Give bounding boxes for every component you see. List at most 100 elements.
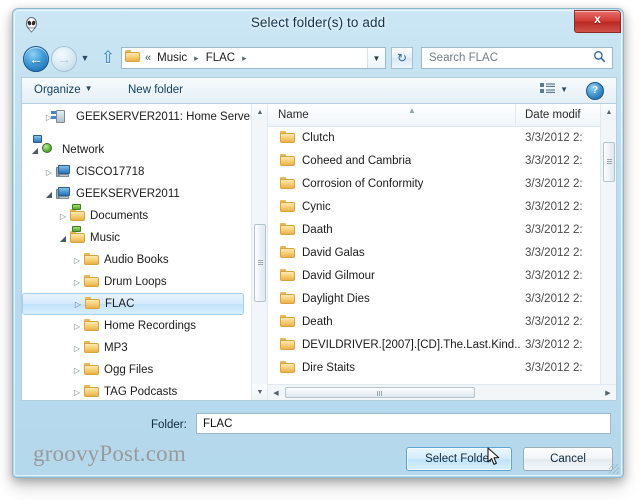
list-scroll-right-icon[interactable]: ▶: [600, 385, 616, 400]
breadcrumb-separator-end-icon[interactable]: ▸: [237, 53, 252, 64]
breadcrumb-overflow-icon[interactable]: «: [144, 52, 155, 64]
table-row[interactable]: Daath 3/3/2012 2:: [268, 218, 600, 241]
tree-collapsed-icon[interactable]: ▷: [70, 256, 84, 265]
browser-panes: ▷ GEEKSERVER2011: Home Server: ◢ Network ▷ CI…: [21, 103, 617, 401]
list-horizontal-scrollbar[interactable]: ◀ ▶: [268, 384, 616, 400]
tree-item-drum-loops[interactable]: ▷ Drum Loops: [22, 271, 250, 293]
table-row[interactable]: Corrosion of Conformity 3/3/2012 2:: [268, 172, 600, 195]
tree-expanded-icon[interactable]: ◢: [56, 234, 70, 243]
tree-collapsed-icon[interactable]: ▷: [70, 278, 84, 287]
help-button[interactable]: ?: [586, 82, 604, 100]
file-date-cell: 3/3/2012 2:: [525, 361, 583, 374]
select-folder-button[interactable]: Select Folder: [406, 447, 512, 471]
table-row[interactable]: Coheed and Cambria 3/3/2012 2:: [268, 149, 600, 172]
tree-item-audio-books[interactable]: ▷ Audio Books: [22, 249, 250, 271]
tree-item-tag-podcasts[interactable]: ▷ TAG Podcasts: [22, 381, 250, 400]
tree-expanded-icon[interactable]: ◢: [42, 190, 56, 199]
forward-arrow-icon: →: [57, 51, 71, 67]
tree-item-geekserver2011-home-server[interactable]: ▷ GEEKSERVER2011: Home Server:: [22, 106, 257, 128]
table-row[interactable]: Clutch 3/3/2012 2:: [268, 126, 600, 149]
resize-grip[interactable]: [609, 464, 619, 474]
breadcrumb-separator-icon[interactable]: ▸: [189, 53, 204, 64]
folder-icon: [84, 385, 100, 399]
tree-scroll-up-icon[interactable]: ▲: [252, 104, 267, 120]
tree-item-label: Music: [90, 232, 121, 244]
tree-collapsed-icon[interactable]: ▷: [71, 300, 85, 309]
column-header-name-label: Name: [278, 108, 309, 121]
file-name-cell: Death: [280, 314, 333, 329]
navigation-tree: ▷ GEEKSERVER2011: Home Server: ◢ Network ▷ CI…: [22, 104, 257, 400]
tree-collapsed-icon[interactable]: ▷: [70, 322, 84, 331]
recent-locations-dropdown[interactable]: ▼: [79, 54, 91, 63]
file-name-label: David Gilmour: [302, 269, 375, 282]
table-row[interactable]: DEVILDRIVER.[2007].[CD].The.Last.Kind...…: [268, 333, 600, 356]
tree-item-music[interactable]: ◢ Music: [22, 226, 250, 249]
tree-item-network[interactable]: ◢ Network: [22, 135, 250, 161]
address-dropdown-icon[interactable]: ▼: [367, 48, 385, 68]
tree-item-label: MP3: [104, 342, 128, 354]
breadcrumb-item-music[interactable]: Music: [155, 51, 189, 65]
address-bar[interactable]: « Music ▸ FLAC ▸ ▼: [121, 47, 386, 69]
organize-label: Organize: [34, 84, 81, 96]
refresh-button[interactable]: ↻: [391, 47, 413, 69]
column-header-date-modified[interactable]: Date modif: [517, 104, 581, 125]
list-scroll-thumb[interactable]: [603, 142, 615, 182]
table-row[interactable]: David Galas 3/3/2012 2:: [268, 241, 600, 264]
list-scroll-up-icon[interactable]: ▲: [601, 104, 616, 120]
tree-expanded-icon[interactable]: ◢: [28, 146, 42, 155]
change-view-button[interactable]: ▼: [540, 82, 568, 96]
column-header-name[interactable]: Name ▲: [268, 104, 516, 125]
list-column-header: Name ▲ Date modif: [268, 104, 600, 127]
cancel-label: Cancel: [550, 453, 586, 465]
tree-item-documents[interactable]: ▷ Documents: [22, 204, 250, 227]
folder-icon: [84, 363, 100, 377]
shared-folder-icon: [70, 226, 86, 245]
up-one-level-button[interactable]: ⇧: [99, 48, 117, 68]
table-row[interactable]: Cynic 3/3/2012 2:: [268, 195, 600, 218]
tree-vertical-scrollbar[interactable]: ▲ ▼: [251, 104, 267, 400]
folder-icon: [280, 245, 296, 260]
search-placeholder: Search FLAC: [429, 52, 499, 64]
back-arrow-icon: ←: [29, 51, 43, 67]
tree-collapsed-icon[interactable]: ▷: [70, 366, 84, 375]
list-scroll-left-icon[interactable]: ◀: [268, 385, 284, 400]
file-name-label: Coheed and Cambria: [302, 154, 412, 167]
tree-item-flac[interactable]: ▷ FLAC: [22, 293, 244, 315]
tree-collapsed-icon[interactable]: ▷: [56, 212, 70, 221]
cancel-button[interactable]: Cancel: [523, 447, 613, 471]
new-folder-button[interactable]: New folder: [124, 82, 187, 98]
navigation-tree-pane: ▷ GEEKSERVER2011: Home Server: ◢ Network ▷ CI…: [22, 104, 267, 400]
view-options-icon: [540, 82, 556, 96]
tree-item-mp3[interactable]: ▷ MP3: [22, 337, 250, 359]
forward-button[interactable]: →: [51, 46, 77, 72]
table-row[interactable]: Dire Staits 3/3/2012 2:: [268, 356, 600, 379]
tree-item-geekserver2011[interactable]: ◢ GEEKSERVER2011: [22, 183, 250, 205]
file-name-label: Daath: [302, 223, 333, 236]
tree-item-ogg-files[interactable]: ▷ Ogg Files: [22, 359, 250, 381]
tree-item-label: GEEKSERVER2011: Home Server:: [76, 111, 258, 123]
folder-name-input[interactable]: FLAC: [196, 413, 611, 434]
tree-scroll-thumb[interactable]: [254, 224, 266, 302]
table-row[interactable]: Death 3/3/2012 2:: [268, 310, 600, 333]
tree-collapsed-icon[interactable]: ▷: [42, 168, 56, 177]
tree-item-home-recordings[interactable]: ▷ Home Recordings: [22, 315, 250, 337]
search-input[interactable]: Search FLAC: [421, 47, 613, 69]
file-date-cell: 3/3/2012 2:: [525, 177, 583, 190]
list-hscroll-thumb[interactable]: [285, 387, 475, 398]
tree-collapsed-icon[interactable]: ▷: [70, 344, 84, 353]
list-vertical-scrollbar[interactable]: ▲ ▼: [600, 104, 616, 400]
tree-scroll-down-icon[interactable]: ▼: [252, 384, 267, 400]
table-row[interactable]: Daylight Dies 3/3/2012 2:: [268, 287, 600, 310]
table-row[interactable]: David Gilmour 3/3/2012 2:: [268, 264, 600, 287]
computer-icon: [56, 187, 72, 201]
tree-item-cisco17718[interactable]: ▷ CISCO17718: [22, 161, 250, 183]
back-button[interactable]: ←: [23, 46, 49, 72]
breadcrumb-item-flac[interactable]: FLAC: [204, 51, 237, 65]
close-button[interactable]: x: [574, 10, 621, 33]
file-name-label: Daylight Dies: [302, 292, 370, 305]
file-name-cell: Corrosion of Conformity: [280, 176, 423, 191]
tree-collapsed-icon[interactable]: ▷: [70, 388, 84, 397]
file-name-cell: Coheed and Cambria: [280, 153, 412, 168]
organize-button[interactable]: Organize ▼: [30, 82, 97, 98]
folder-icon: [280, 268, 296, 283]
